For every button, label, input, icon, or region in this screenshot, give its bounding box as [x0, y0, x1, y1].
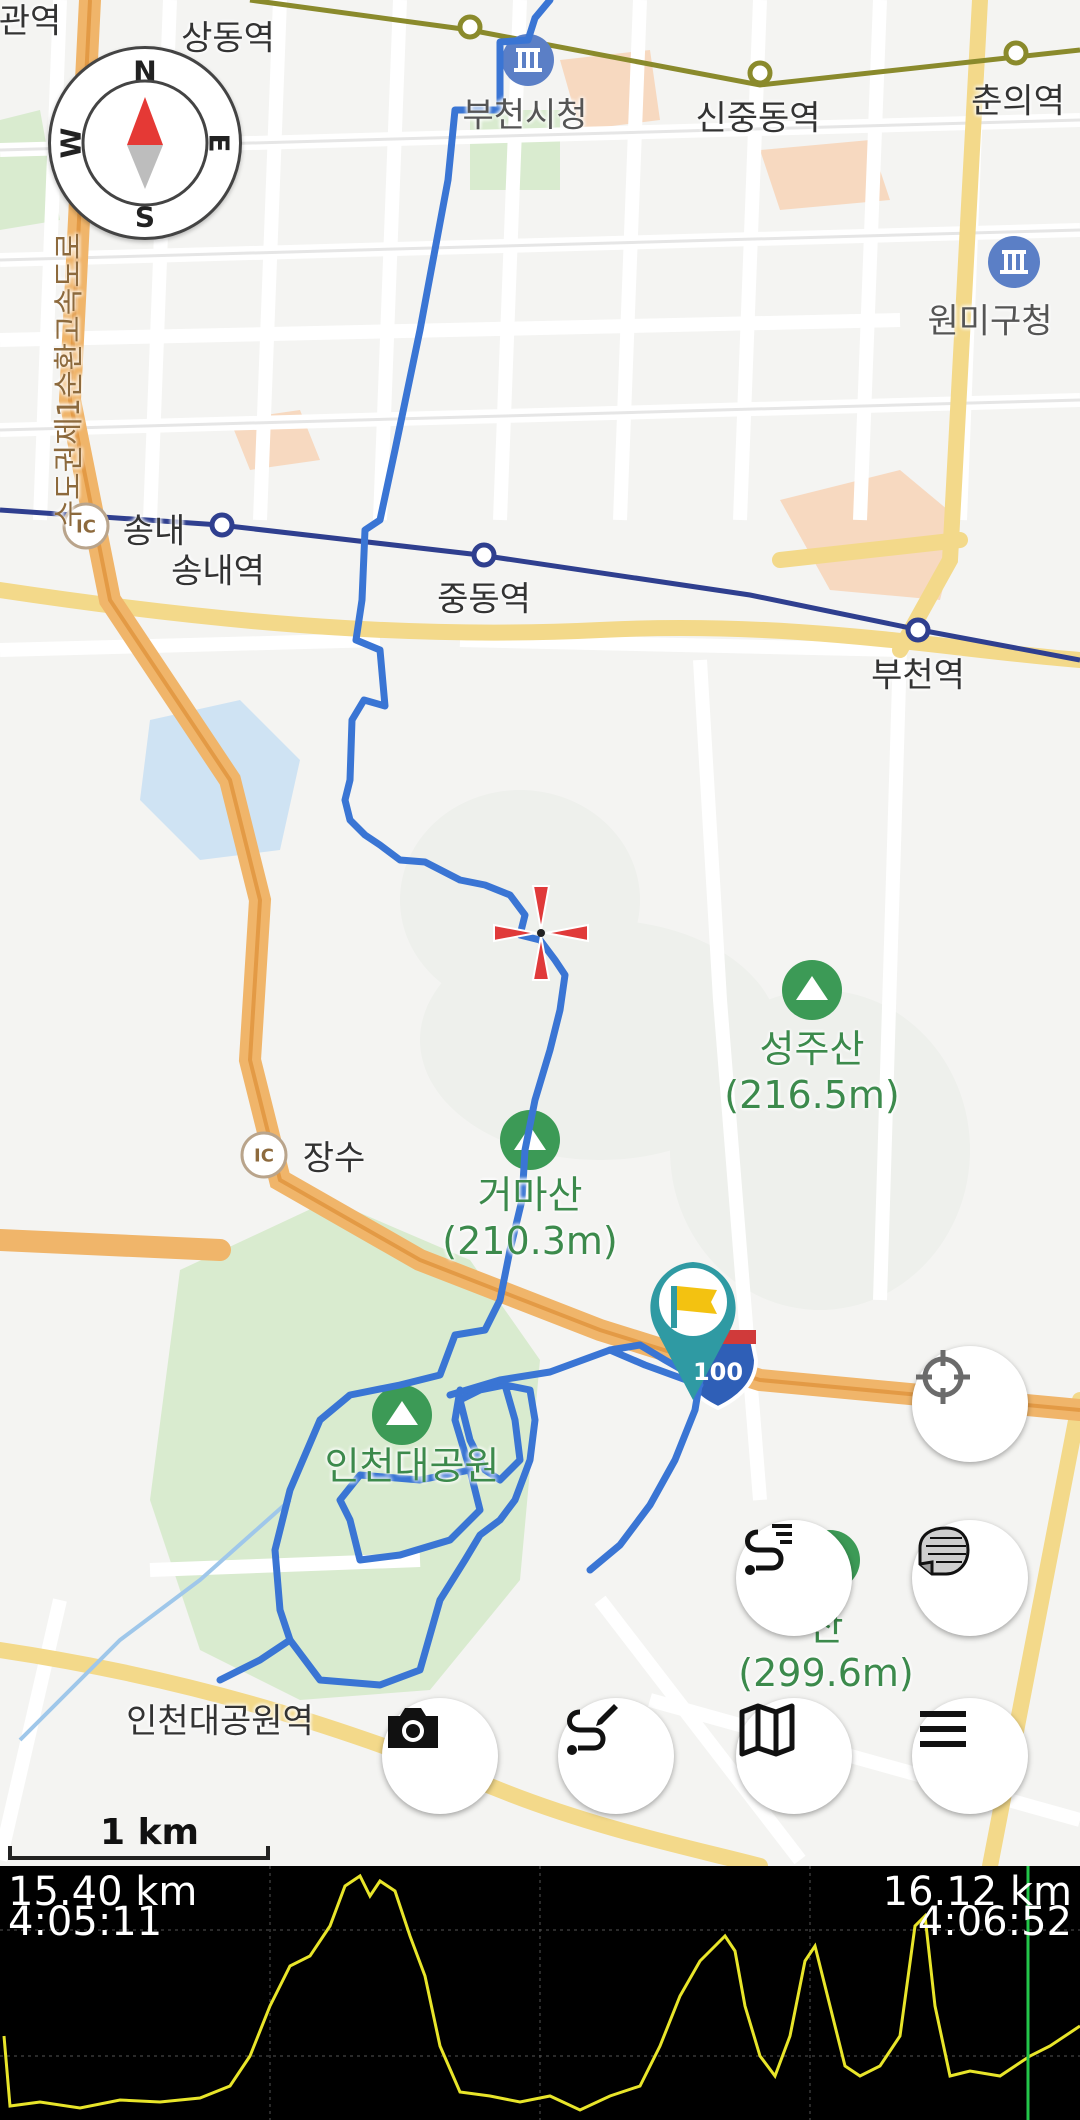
mountain-label-seongjusan: 성주산 (216.5m)	[724, 1026, 899, 1118]
camera-button[interactable]	[382, 1698, 498, 1814]
scale-line	[8, 1846, 270, 1860]
park-label: 인천대공원	[324, 1444, 500, 1488]
station-label-partial: 관역	[0, 1, 62, 42]
route-list-icon	[745, 1524, 792, 1575]
expressway-label: 수도권제1순환고속도로	[52, 232, 87, 528]
route-edit-icon	[567, 1704, 618, 1755]
ic-badge-songnae: IC	[76, 516, 96, 538]
mountain-name: 거마산	[477, 1173, 583, 1217]
ic-label-songnae: 송내	[122, 511, 186, 552]
profile-left-time: 4:05:11	[8, 1899, 163, 1945]
station-label-chunui: 춘의역	[971, 81, 1065, 122]
scale-label: 1 km	[100, 1812, 200, 1853]
mountain-elevation: (299.6m)	[738, 1651, 914, 1695]
folded-map-icon	[739, 1703, 795, 1757]
map-button[interactable]	[736, 1698, 852, 1814]
map-view[interactable]: 관역 상동역 부천시청 신중동역 춘의역 원미구청 송내역 송내 중동역 부천역…	[0, 0, 1080, 1866]
district-office-label: 원미구청	[927, 301, 1053, 342]
map-layers-icon	[918, 1526, 970, 1576]
ic-badge-jangsu: IC	[254, 1145, 274, 1167]
camera-icon	[388, 1708, 438, 1748]
crosshair-icon	[916, 1350, 970, 1404]
mountain-label-geomasan: 거마산 (210.3m)	[442, 1172, 617, 1264]
layers-button[interactable]	[912, 1520, 1028, 1636]
elevation-profile[interactable]: 15.40 km 4:05:11 16.12 km 4:06:52	[0, 1866, 1080, 2120]
menu-button[interactable]	[912, 1698, 1028, 1814]
highway-shield-number: 100	[692, 1358, 744, 1386]
station-label-sinjungdong: 신중동역	[695, 98, 821, 139]
station-label-incheon-grand-park: 인천대공원역	[126, 1701, 314, 1742]
hamburger-menu-icon	[920, 1711, 966, 1747]
mountain-name: 성주산	[759, 1027, 865, 1071]
compass-needle-icon	[81, 79, 209, 207]
station-label-jungdong: 중동역	[437, 579, 531, 620]
scale-bar: 1 km	[8, 1812, 270, 1860]
profile-right-time: 4:06:52	[917, 1899, 1072, 1945]
my-location-button[interactable]	[912, 1346, 1028, 1462]
compass-button[interactable]: N S E W	[48, 46, 242, 240]
mountain-elevation: (216.5m)	[724, 1073, 900, 1117]
cityhall-label: 부천시청	[462, 95, 588, 136]
track-list-button[interactable]	[736, 1520, 852, 1636]
draw-route-button[interactable]	[558, 1698, 674, 1814]
station-label-bucheon: 부천역	[871, 655, 965, 696]
mountain-elevation: (210.3m)	[442, 1219, 618, 1263]
ic-label-jangsu: 장수	[302, 1138, 366, 1179]
